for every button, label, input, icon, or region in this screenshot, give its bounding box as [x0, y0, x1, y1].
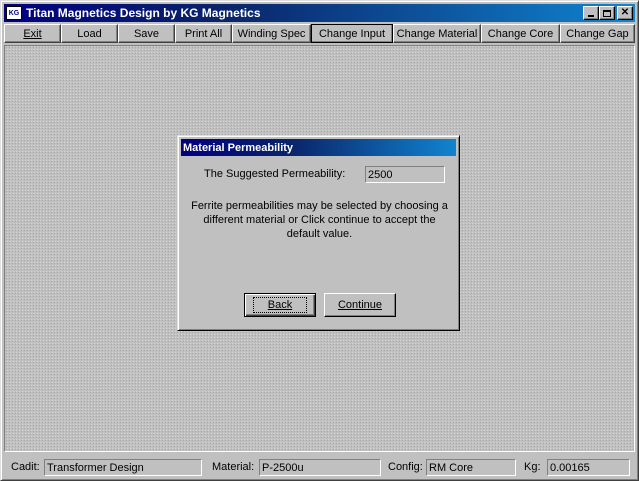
permeability-field: 2500: [365, 166, 445, 183]
config-field: RM Core: [426, 459, 516, 476]
kg-value: 0.00165: [550, 461, 590, 474]
window-title: Titan Magnetics Design by KG Magnetics: [26, 6, 261, 20]
minimize-button[interactable]: [583, 6, 599, 20]
save-button[interactable]: Save: [118, 24, 175, 43]
material-value: P-2500u: [262, 461, 304, 474]
cadit-field: Transformer Design: [44, 459, 202, 476]
status-bar: Cadit: Transformer Design Material: P-25…: [4, 456, 635, 478]
winding-spec-button[interactable]: Winding Spec: [232, 24, 311, 43]
change-input-label: Change Input: [318, 27, 386, 40]
change-material-button[interactable]: Change Material: [393, 24, 481, 43]
material-field: P-2500u: [259, 459, 381, 476]
winding-spec-label: Winding Spec: [237, 27, 306, 40]
app-icon[interactable]: KG: [6, 6, 22, 20]
focus-rect: Back: [252, 297, 308, 313]
config-value: RM Core: [429, 461, 474, 474]
close-button[interactable]: ✕: [617, 6, 633, 20]
exit-button[interactable]: Exit: [4, 24, 61, 43]
maximize-button[interactable]: [599, 6, 615, 20]
menu-toolbar: Exit Load Save Print All Winding Spec Ch…: [4, 24, 635, 43]
change-material-label: Change Material: [396, 27, 478, 40]
load-label: Load: [77, 27, 102, 40]
cadit-label: Cadit:: [11, 461, 40, 473]
change-input-button[interactable]: Change Input: [311, 24, 393, 43]
config-label: Config:: [388, 461, 423, 473]
title-bar[interactable]: KG Titan Magnetics Design by KG Magnetic…: [4, 4, 635, 22]
close-icon: ✕: [620, 7, 630, 18]
dialog-title-bar[interactable]: Material Permeability: [181, 139, 456, 156]
load-button[interactable]: Load: [61, 24, 118, 43]
back-button[interactable]: Back: [244, 293, 316, 317]
exit-label: Exit: [23, 27, 42, 40]
dialog-title: Material Permeability: [183, 141, 294, 154]
material-label: Material:: [212, 461, 255, 473]
change-gap-button[interactable]: Change Gap: [560, 24, 635, 43]
dialog-message: Ferrite permeabilities may be selected b…: [191, 200, 448, 240]
kg-field: 0.00165: [547, 459, 630, 476]
cadit-value: Transformer Design: [47, 461, 144, 474]
main-window: KG Titan Magnetics Design by KG Magnetic…: [0, 0, 639, 481]
continue-label: Continue: [337, 299, 383, 311]
change-core-label: Change Core: [487, 27, 554, 40]
kg-label: Kg:: [524, 461, 541, 473]
permeability-label: The Suggested Permeability:: [204, 168, 346, 180]
save-label: Save: [133, 27, 160, 40]
change-core-button[interactable]: Change Core: [481, 24, 560, 43]
back-label: Back: [267, 299, 293, 311]
change-gap-label: Change Gap: [566, 27, 629, 40]
maximize-icon: [603, 9, 611, 17]
material-permeability-dialog: Material Permeability The Suggested Perm…: [177, 135, 460, 331]
permeability-value: 2500: [368, 168, 393, 181]
print-all-button[interactable]: Print All: [175, 24, 232, 43]
minimize-icon: [588, 15, 594, 17]
print-all-label: Print All: [184, 27, 223, 40]
continue-button[interactable]: Continue: [324, 293, 396, 317]
